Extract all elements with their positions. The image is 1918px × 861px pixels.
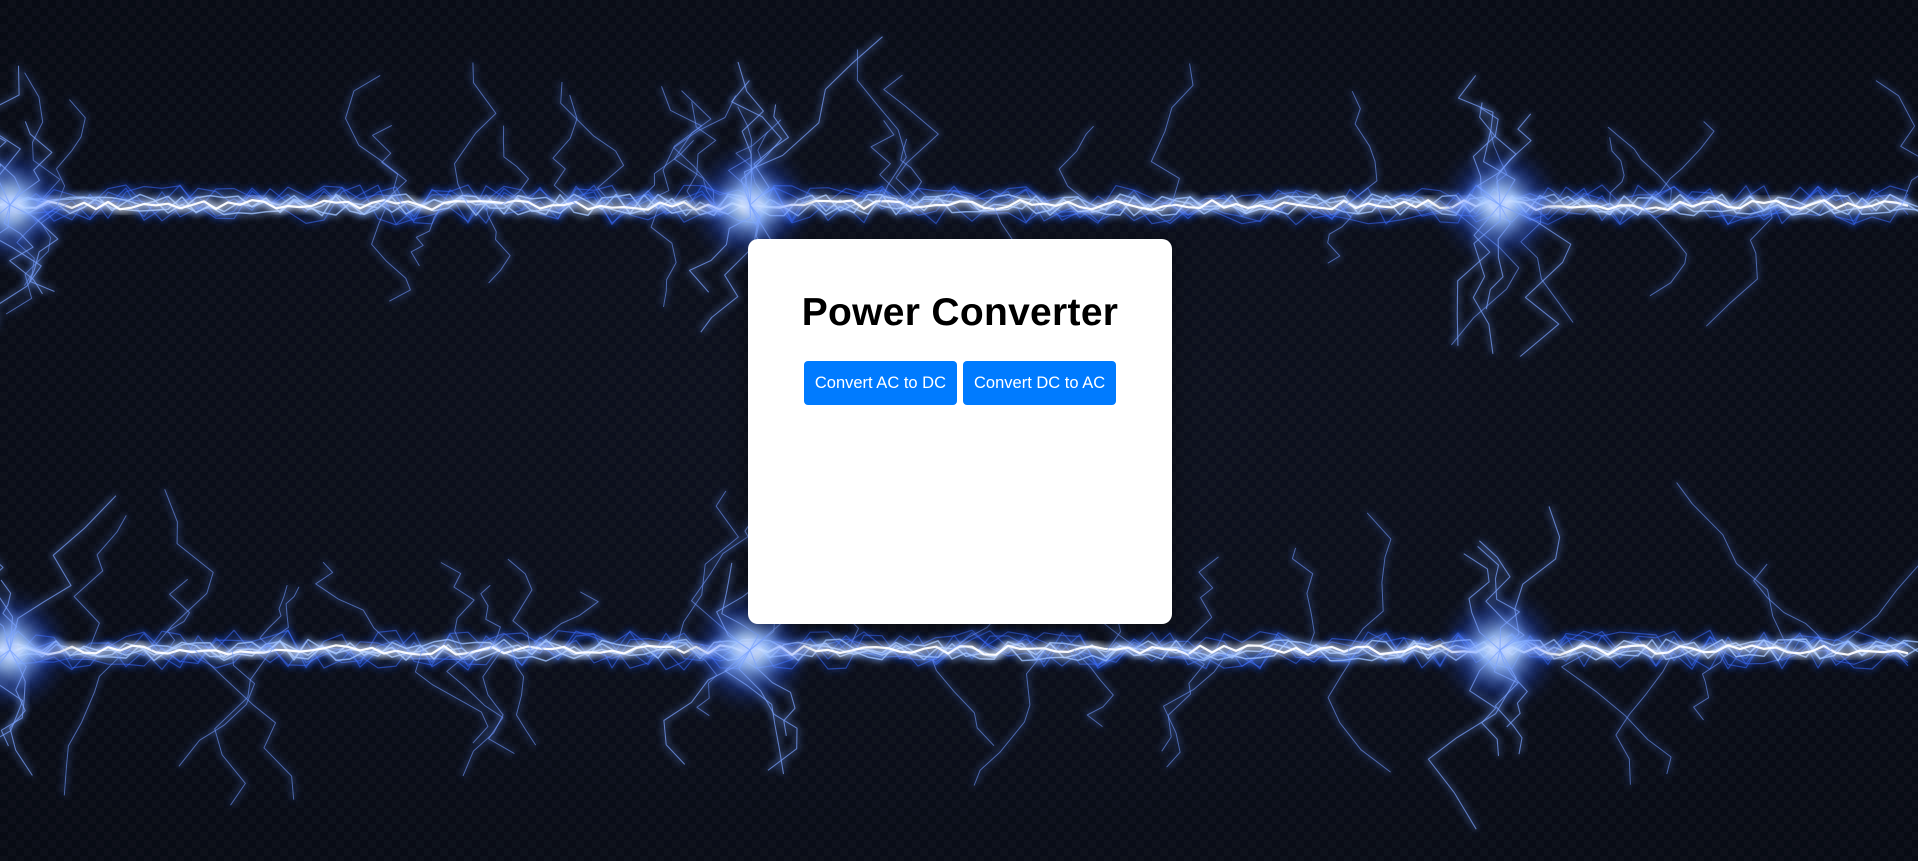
converter-card: Power Converter Convert AC to DC Convert… xyxy=(748,239,1172,624)
button-row: Convert AC to DC Convert DC to AC xyxy=(748,361,1172,405)
convert-ac-to-dc-button[interactable]: Convert AC to DC xyxy=(803,361,957,405)
convert-dc-to-ac-button[interactable]: Convert DC to AC xyxy=(963,361,1117,405)
page-title: Power Converter xyxy=(801,291,1119,334)
page-background: Power Converter Convert AC to DC Convert… xyxy=(0,0,1918,861)
